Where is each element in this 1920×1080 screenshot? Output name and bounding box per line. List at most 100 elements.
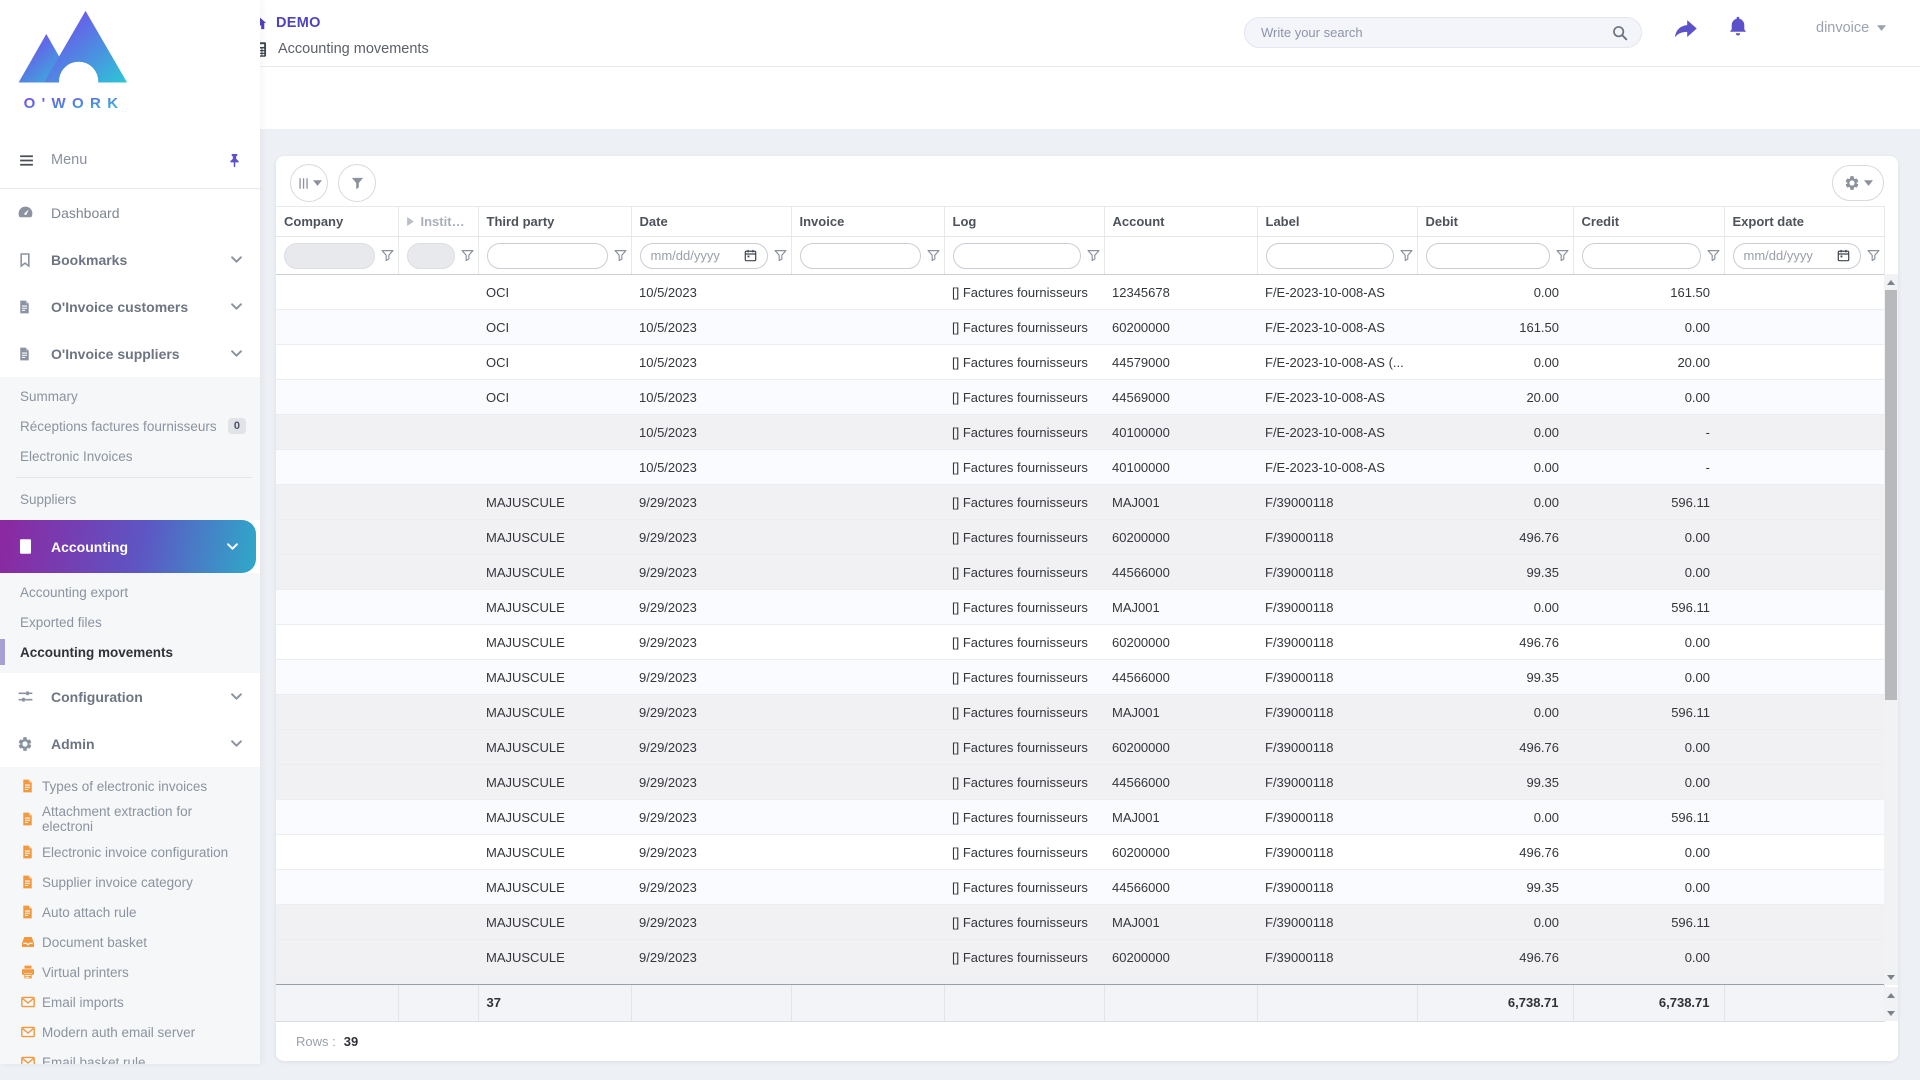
totals-scroll-stub[interactable] [1884, 987, 1898, 1021]
sidebar-subitem-auto-attach-rule[interactable]: Auto attach rule [0, 897, 260, 927]
table-row[interactable]: MAJUSCULE 9/29/2023 [] Factures fournisseu… [276, 904, 1884, 940]
scroll-down-arrow[interactable] [1884, 1006, 1898, 1020]
filter-button[interactable] [338, 164, 376, 202]
funnel-icon[interactable] [460, 249, 474, 262]
user-menu[interactable]: dinvoice [1816, 20, 1887, 36]
column-header-label[interactable]: Label [1257, 206, 1418, 237]
table-row[interactable]: MAJUSCULE 9/29/2023 [] Factures fournisseu… [276, 554, 1884, 590]
scroll-up-arrow[interactable] [1884, 988, 1898, 1002]
filter-date-export_date[interactable]: mm/dd/yyyy [1732, 242, 1861, 269]
search-icon[interactable] [1611, 24, 1629, 42]
sidebar-item-accounting[interactable]: Accounting [0, 520, 256, 573]
sidebar-subitem-document-basket[interactable]: Document basket [0, 927, 260, 957]
table-row[interactable]: MAJUSCULE 9/29/2023 [] Factures fournisseu… [276, 869, 1884, 905]
sidebar-item-bookmarks[interactable]: Bookmarks [0, 236, 260, 283]
calendar-icon[interactable] [744, 249, 757, 262]
filter-input-credit-field[interactable] [1592, 248, 1690, 263]
sidebar-subitem-virtual-printers[interactable]: Virtual printers [0, 957, 260, 987]
table-row[interactable]: MAJUSCULE 9/29/2023 [] Factures fournisseu… [276, 729, 1884, 765]
sidebar-item-o-invoice-suppliers[interactable]: O'Invoice suppliers [0, 330, 260, 377]
table-row[interactable]: MAJUSCULE 9/29/2023 [] Factures fournisseu… [276, 659, 1884, 695]
scroll-up-arrow[interactable] [1884, 275, 1898, 289]
table-row[interactable]: MAJUSCULE 9/29/2023 [] Factures fournisseu… [276, 484, 1884, 520]
sidebar-subitem-modern-auth-email-server[interactable]: Modern auth email server [0, 1017, 260, 1047]
funnel-icon[interactable] [926, 249, 940, 262]
calendar-icon[interactable] [1837, 249, 1850, 262]
funnel-icon[interactable] [380, 249, 394, 262]
funnel-icon[interactable] [773, 249, 787, 262]
column-header-company[interactable]: Company [276, 206, 399, 237]
funnel-icon[interactable] [1555, 249, 1569, 262]
column-header-export-date[interactable]: Export date [1724, 206, 1885, 237]
sidebar-subitem-types-of-electronic-invoices[interactable]: Types of electronic invoices [0, 771, 260, 801]
filter-input-label-field[interactable] [1276, 248, 1383, 263]
funnel-icon[interactable] [613, 249, 627, 262]
filter-date-date[interactable]: mm/dd/yyyy [639, 242, 768, 269]
table-row[interactable]: MAJUSCULE 9/29/2023 [] Factures fournisseu… [276, 939, 1884, 975]
scrollbar-thumb[interactable] [1885, 290, 1897, 700]
filter-input-third_party-field[interactable] [497, 248, 597, 263]
sidebar-subitem-summary[interactable]: Summary [0, 381, 260, 411]
filter-input-debit-field[interactable] [1436, 248, 1539, 263]
funnel-icon[interactable] [1399, 249, 1413, 262]
cell-third_party [478, 414, 631, 450]
column-header-institu[interactable]: Institu... [398, 206, 479, 237]
table-row[interactable]: MAJUSCULE 9/29/2023 [] Factures fournisseu… [276, 834, 1884, 870]
table-row[interactable]: OCI 10/5/2023 [] Factures fournisseurs 1234… [276, 274, 1884, 310]
hamburger-menu-icon[interactable] [18, 152, 35, 169]
funnel-icon[interactable] [1706, 249, 1720, 262]
column-header-label: Log [952, 214, 977, 229]
filter-input-invoice-field[interactable] [810, 248, 910, 263]
table-row[interactable]: MAJUSCULE 9/29/2023 [] Factures fournisseu… [276, 589, 1884, 625]
table-row[interactable]: 10/5/2023 [] Factures fournisseurs 4010000… [276, 414, 1884, 450]
breadcrumb-home[interactable]: DEMO [276, 15, 321, 31]
sidebar-item-o-invoice-customers[interactable]: O'Invoice customers [0, 283, 260, 330]
column-header-debit[interactable]: Debit [1417, 206, 1574, 237]
sidebar-subitem-attachment-extraction-for-electroni[interactable]: Attachment extraction for electroni [0, 801, 260, 837]
table-row[interactable]: MAJUSCULE 9/29/2023 [] Factures fournisseu… [276, 764, 1884, 800]
table-row[interactable]: OCI 10/5/2023 [] Factures fournisseurs 6020… [276, 309, 1884, 345]
sidebar-item-configuration[interactable]: Configuration [0, 673, 260, 720]
sidebar-item-dashboard[interactable]: Dashboard [0, 189, 260, 236]
column-header-date[interactable]: Date [631, 206, 792, 237]
share-icon[interactable] [1672, 15, 1699, 42]
notifications-bell-icon[interactable] [1726, 14, 1750, 39]
funnel-icon[interactable] [1866, 249, 1880, 262]
column-header-invoice[interactable]: Invoice [791, 206, 945, 237]
sidebar-subitem-electronic-invoice-configuration[interactable]: Electronic invoice configuration [0, 837, 260, 867]
table-row[interactable]: OCI 10/5/2023 [] Factures fournisseurs 4457… [276, 344, 1884, 380]
sidebar-subitem-electronic-invoices[interactable]: Electronic Invoices [0, 441, 260, 471]
search-input[interactable] [1261, 25, 1611, 40]
sidebar-subitem-r-ceptions-factures-fournisseurs[interactable]: Réceptions factures fournisseurs 0 [0, 411, 260, 441]
sidebar-item-admin[interactable]: Admin [0, 720, 260, 767]
cell-export_date [1724, 414, 1884, 450]
sidebar-subitem-email-basket-rule[interactable]: Email basket rule [0, 1047, 260, 1064]
sidebar-subitem-suppliers[interactable]: Suppliers [0, 484, 260, 514]
brand-logo[interactable]: O'WORK [0, 0, 260, 132]
column-header-third-party[interactable]: Third party [478, 206, 632, 237]
table-row[interactable]: MAJUSCULE 9/29/2023 [] Factures fournisseu… [276, 799, 1884, 835]
table-row[interactable]: MAJUSCULE 9/29/2023 [] Factures fournisseu… [276, 694, 1884, 730]
table-row[interactable]: 10/5/2023 [] Factures fournisseurs 4010000… [276, 449, 1884, 485]
sidebar-subitem-exported-files[interactable]: Exported files [0, 607, 260, 637]
grid-settings-button[interactable] [1832, 165, 1884, 201]
column-header-log[interactable]: Log [944, 206, 1105, 237]
vertical-scrollbar[interactable] [1884, 274, 1898, 985]
table-row[interactable]: MAJUSCULE 9/29/2023 [] Factures fournisseu… [276, 624, 1884, 660]
table-row[interactable]: MAJUSCULE 9/29/2023 [] Factures fournisseu… [276, 519, 1884, 555]
pin-sidebar-icon[interactable] [227, 153, 242, 168]
scroll-down-arrow[interactable] [1884, 970, 1898, 984]
funnel-icon[interactable] [1086, 249, 1100, 262]
sidebar-subitem-email-imports[interactable]: Email imports [0, 987, 260, 1017]
column-header-label: Third party [486, 214, 555, 229]
column-header-account[interactable]: Account [1104, 206, 1258, 237]
sidebar-subitem-accounting-movements[interactable]: Accounting movements [0, 637, 260, 667]
column-expander-icon[interactable] [406, 217, 414, 226]
column-header-credit[interactable]: Credit [1573, 206, 1725, 237]
table-row[interactable]: OCI 10/5/2023 [] Factures fournisseurs 4456… [276, 379, 1884, 415]
filter-input-log-field[interactable] [963, 248, 1070, 263]
sidebar-subitem-accounting-export[interactable]: Accounting export [0, 577, 260, 607]
sidebar-subitem-supplier-invoice-category[interactable]: Supplier invoice category [0, 867, 260, 897]
column-chooser-button[interactable] [290, 164, 328, 202]
cell-invoice [791, 344, 944, 380]
